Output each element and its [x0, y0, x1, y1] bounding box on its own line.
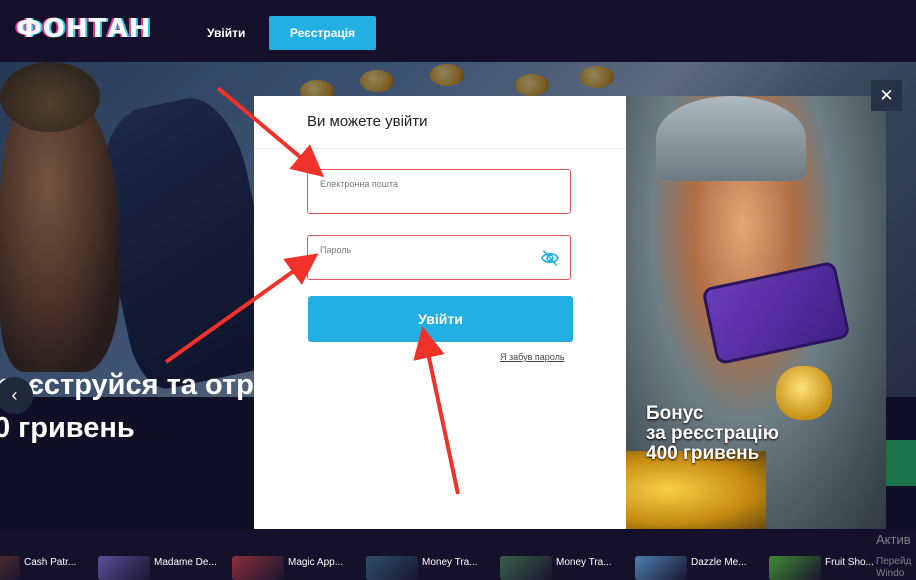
login-modal-title: Ви можете увійти	[307, 113, 428, 130]
game-thumbnail-image	[769, 556, 821, 580]
bonus-line: 400 гривень	[646, 443, 760, 464]
game-thumbnail-image	[0, 556, 20, 580]
watermark-line: Windo	[876, 568, 905, 579]
header-register-button[interactable]: Реєстрація	[269, 16, 376, 50]
password-input[interactable]	[320, 245, 530, 255]
email-input[interactable]	[320, 179, 530, 189]
hero-headline: реєструйся та отр 0 гривень	[0, 364, 254, 450]
hero-headline-line2: 0 гривень	[0, 412, 135, 444]
password-field[interactable]	[307, 235, 571, 280]
email-field[interactable]	[307, 169, 571, 214]
forgot-password-link[interactable]: Я забув пароль	[500, 352, 565, 362]
bonus-line: за реєстрацію	[646, 423, 779, 444]
game-thumbnail-label: Money Tra...	[556, 557, 612, 568]
bonus-promo-panel: Бонус за реєстрацію 400 гривень	[626, 96, 886, 529]
hide-password-eye-icon[interactable]	[540, 249, 560, 267]
close-icon[interactable]: ✕	[871, 80, 902, 111]
modal-divider	[254, 148, 626, 149]
login-modal: Ви можете увійти Увійти Я забув пароль	[254, 96, 626, 529]
game-thumbnail-label: Money Tra...	[422, 557, 478, 568]
game-thumbnail-image	[98, 556, 150, 580]
bonus-line: Бонус	[646, 403, 704, 424]
os-activation-watermark: Актив	[876, 532, 911, 547]
game-thumbnail-label: Fruit Sho...	[825, 557, 874, 568]
top-bar: ФОНТАН Увійти Реєстрація	[0, 0, 916, 62]
skull-illustration	[776, 366, 832, 420]
bonus-character-helmet	[656, 96, 806, 181]
bonus-text: Бонус за реєстрацію 400 гривень	[646, 404, 779, 464]
header-login-link[interactable]: Увійти	[196, 16, 256, 50]
game-thumbnail-image	[500, 556, 552, 580]
game-thumbnail-label: Madame De...	[154, 557, 217, 568]
game-thumbnail-label: Dazzle Me...	[691, 557, 747, 568]
game-thumbnail-image	[232, 556, 284, 580]
game-thumbnail-label: Magic App...	[288, 557, 344, 568]
game-thumbnail-image	[635, 556, 687, 580]
watermark-line: Перейд	[876, 556, 912, 567]
os-activation-watermark-sub: Перейд Windo	[876, 556, 911, 580]
site-logo[interactable]: ФОНТАН	[16, 14, 151, 44]
game-thumbnail-label: Cash Patr...	[24, 557, 77, 568]
login-submit-button[interactable]: Увійти	[308, 296, 573, 342]
game-thumbnail-image	[366, 556, 418, 580]
hero-headline-line1: реєструйся та отр	[0, 369, 254, 401]
